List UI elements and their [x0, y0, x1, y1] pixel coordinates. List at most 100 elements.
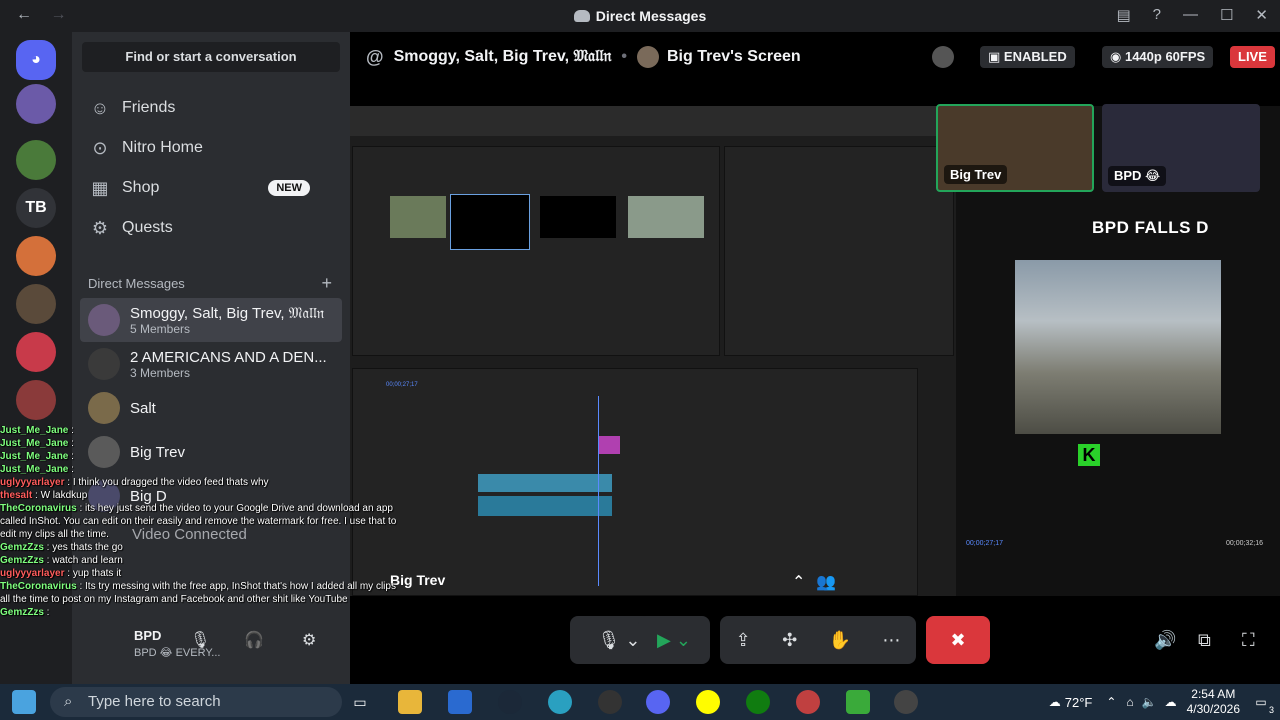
video-title-overlay: BPD FALLS D — [1092, 218, 1209, 237]
discord-home-button[interactable]: ◕ — [16, 40, 56, 80]
onedrive-icon[interactable]: ☁ — [1165, 695, 1177, 709]
activity-buttons: ⇪ ✣ ✋ ⋯ — [720, 616, 916, 664]
volume-icon[interactable]: 🔊 — [1154, 630, 1176, 651]
nav-friends[interactable]: ☺ Friends — [88, 90, 176, 126]
xbox-icon[interactable] — [746, 690, 770, 714]
server-avatar-5[interactable] — [16, 332, 56, 372]
chat-text: : — [68, 438, 74, 449]
dm-name: Smoggy, Salt, Big Trev, 𝔐𝔞𝔩𝔩𝔫 — [130, 304, 325, 322]
help-icon[interactable]: ? — [1153, 6, 1161, 24]
search-placeholder: Type here to search — [88, 693, 221, 710]
chat-message: uglyyyarlayer : yup thats it — [0, 567, 400, 580]
mic-icon: 🎙 ⌄ — [597, 629, 641, 650]
dm-item[interactable]: Smoggy, Salt, Big Trev, 𝔐𝔞𝔩𝔩𝔫 5 Members — [80, 298, 342, 342]
server-avatar-2[interactable] — [16, 140, 56, 180]
clock-date: 4/30/2026 — [1186, 702, 1240, 716]
windows-start-icon[interactable] — [12, 690, 36, 714]
search-icon: ⌕ — [64, 693, 73, 710]
webcam-tile-big-trev[interactable]: Big Trev — [936, 104, 1094, 192]
dm-name: 2 AMERICANS AND A DEN... — [130, 348, 327, 366]
taskbar-search[interactable]: ⌕ Type here to search — [50, 687, 342, 717]
fullscreen-icon[interactable]: ⛶ — [1242, 630, 1255, 651]
notifications-icon[interactable]: ▭ 3 — [1250, 691, 1274, 715]
store-icon[interactable] — [448, 690, 472, 714]
chat-message: GemzZzs : yes thats the go — [0, 541, 400, 554]
live-badge: LIVE — [1230, 46, 1275, 68]
chat-overlay: Just_Me_Jane : Just_Me_Jane : Just_Me_Jane… — [0, 424, 400, 720]
timecode: 00;00;32;16 — [1226, 540, 1263, 547]
quality-label: 1440p 60FPS — [1124, 49, 1206, 64]
server-avatar-3[interactable] — [16, 236, 56, 276]
discord-taskbar-icon[interactable] — [646, 690, 670, 714]
nav-quests[interactable]: ⚙ Quests — [88, 210, 173, 246]
obs-icon[interactable] — [598, 690, 622, 714]
inbox-icon[interactable]: ▤ — [1116, 6, 1130, 24]
clock[interactable]: 2:54 AM 4/30/2026 — [1187, 687, 1240, 717]
chat-message: thesalt : W lakdkup — [0, 489, 400, 502]
robinhood-icon[interactable] — [846, 690, 870, 714]
premiere-titlebar — [350, 106, 950, 136]
camera-icon: ▶ ⌄ — [657, 629, 691, 650]
steam-icon[interactable] — [498, 690, 522, 714]
weather-temp[interactable]: 72°F — [1065, 695, 1093, 710]
dm-item[interactable]: 2 AMERICANS AND A DEN... 3 Members — [80, 342, 342, 386]
file-explorer-icon[interactable] — [398, 690, 422, 714]
nav-quests-label: Quests — [122, 219, 173, 236]
timeline-clip — [478, 496, 612, 516]
discord-icon — [573, 10, 590, 22]
screen-share-icon[interactable]: ⇪ — [736, 630, 751, 651]
nav-nitro-home[interactable]: ⊙ Nitro Home — [88, 130, 202, 166]
server-tb[interactable]: TB — [16, 188, 56, 228]
timeline-clip — [478, 474, 612, 492]
chatgpt-icon[interactable] — [894, 690, 918, 714]
find-conversation-button[interactable]: Find or start a conversation — [82, 42, 340, 72]
camera-button[interactable]: ▶ ⌄ — [638, 616, 710, 664]
quality-badge[interactable]: ◉ 1440p 60FPS — [1102, 46, 1214, 68]
plus-icon[interactable]: + — [321, 273, 332, 294]
tray-chevron-icon[interactable]: ⌃ — [1106, 695, 1116, 709]
volume-tray-icon[interactable]: 🔈 — [1142, 695, 1157, 709]
shield-icon: ▣ — [988, 49, 1004, 64]
avatar — [88, 348, 120, 380]
webcam-tile-bpd[interactable]: BPD 😂 — [1102, 104, 1260, 192]
nav-shop[interactable]: ▦ Shop NEW — [88, 170, 334, 206]
server-avatar-6[interactable] — [16, 380, 56, 420]
leave-call-icon: ✖ — [950, 629, 966, 650]
disconnect-button[interactable]: ✖ — [926, 616, 990, 664]
more-icon[interactable]: ⋯ — [882, 630, 900, 651]
chat-username: thesalt — [0, 490, 33, 501]
chat-message: Just_Me_Jane : — [0, 424, 400, 437]
new-badge: NEW — [268, 180, 310, 196]
maximize-icon[interactable]: ☐ — [1220, 6, 1233, 24]
app-icon[interactable] — [796, 690, 820, 714]
close-icon[interactable]: ✕ — [1255, 6, 1268, 24]
discord-icon: ◕ — [31, 51, 41, 68]
task-view-icon[interactable]: ▭ — [348, 690, 372, 714]
popout-icon[interactable]: ⧉ — [1198, 630, 1211, 651]
minimize-icon[interactable]: — — [1183, 6, 1198, 24]
chat-username: GemzZzs — [0, 542, 44, 553]
network-icon[interactable]: ⌂ — [1126, 695, 1133, 709]
chat-username: Just_Me_Jane — [0, 438, 69, 449]
chat-text: : I think you dragged the video feed tha… — [64, 477, 269, 488]
expand-icon[interactable]: ⌃ — [792, 572, 805, 592]
snapchat-icon[interactable] — [696, 690, 720, 714]
users-icon[interactable]: 👥 — [816, 572, 836, 592]
chat-text: : — [68, 425, 74, 436]
separator-dot: • — [621, 48, 627, 65]
chat-text: : — [68, 464, 74, 475]
main-area: @ Smoggy, Salt, Big Trev, 𝔐𝔞𝔩𝔩𝔫 • Big Tr… — [350, 32, 1280, 684]
nav-shop-label: Shop — [122, 179, 160, 196]
chat-username: TheCoronavirus — [0, 503, 77, 514]
edge-icon[interactable] — [548, 690, 572, 714]
chat-message: Just_Me_Jane : — [0, 437, 400, 450]
soundboard-icon[interactable]: ✋ — [829, 630, 851, 651]
nitro-icon: ⊙ — [92, 137, 108, 158]
server-avatar-1[interactable] — [16, 84, 56, 124]
avatar — [88, 304, 120, 336]
enabled-badge: ▣ ENABLED — [980, 46, 1075, 68]
weather-icon[interactable]: ☁ — [1049, 695, 1061, 709]
activities-icon[interactable]: ✣ — [782, 630, 797, 651]
server-avatar-4[interactable] — [16, 284, 56, 324]
timecode: 00;00;27;17 — [966, 540, 1003, 547]
